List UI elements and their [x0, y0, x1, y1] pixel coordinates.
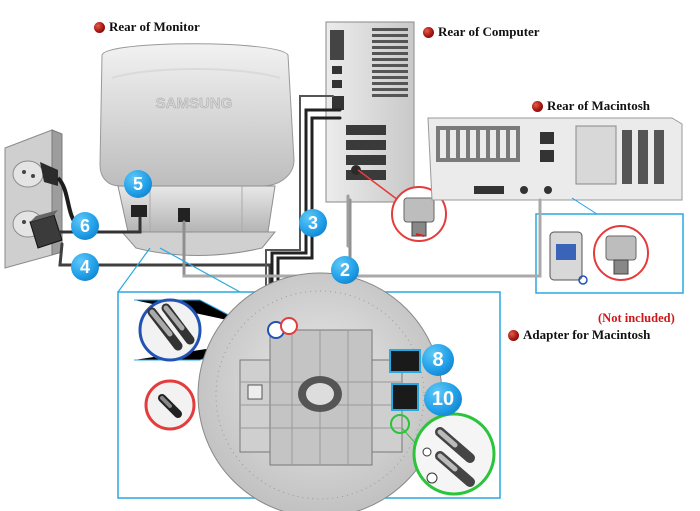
macintosh-label-bullet [532, 101, 543, 112]
macintosh [427, 117, 683, 201]
connection-diagram: SAMSUNG Rear of Monitor Rear of Computer… [0, 0, 700, 511]
step-badge-4: 4 [71, 253, 99, 281]
wall-outlet [4, 129, 63, 269]
rear-of-computer-label: Rear of Computer [438, 24, 540, 39]
monitor-label-bullet [94, 22, 105, 33]
computer-label-bullet [423, 27, 434, 38]
mac-adapter-zoom [535, 197, 684, 294]
power-connector-zoom [144, 379, 196, 431]
step-badge-6: 6 [71, 212, 99, 240]
rear-of-monitor-label: Rear of Monitor [109, 19, 200, 34]
vga-connector-zoom [138, 298, 202, 362]
step-badge-10: 10 [424, 382, 462, 416]
step-badge-5: 5 [124, 170, 152, 198]
rear-of-macintosh-label: Rear of Macintosh [547, 98, 651, 113]
not-included-note: (Not included) [598, 311, 675, 325]
brand-logo: SAMSUNG [156, 95, 233, 112]
adapter-label-bullet [508, 330, 519, 341]
adapter-for-macintosh-label: Adapter for Macintosh [523, 327, 651, 342]
monitor: SAMSUNG [99, 43, 295, 256]
monitor-base-disc [197, 272, 443, 511]
step-badge-8: 8 [422, 344, 454, 376]
pc-tower [325, 21, 415, 203]
step-badge-3: 3 [299, 209, 327, 237]
step-badge-2: 2 [331, 256, 359, 284]
diagram-artwork: SAMSUNG [4, 21, 684, 511]
